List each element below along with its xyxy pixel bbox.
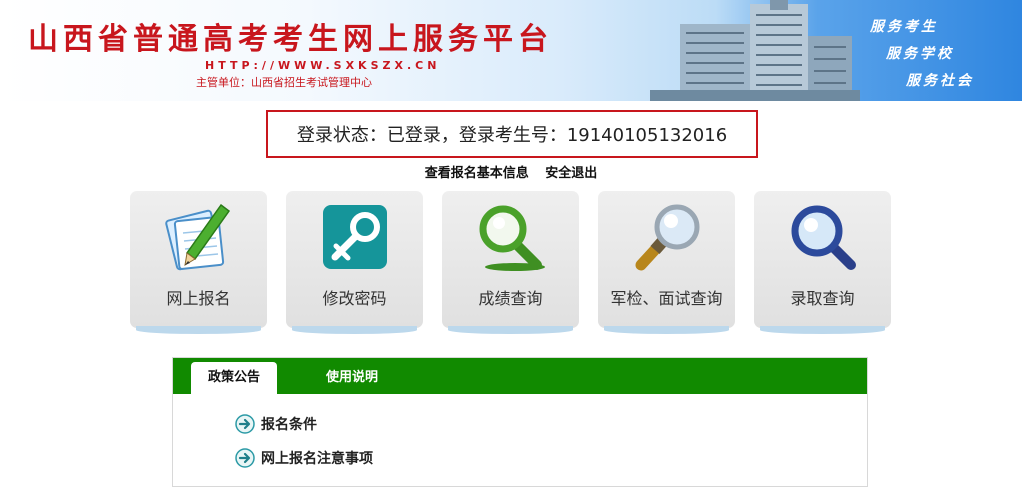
login-status-text: 登录状态：已登录，登录考生号：19140105132016: [296, 125, 728, 146]
key-icon: [323, 205, 387, 269]
tile-shadow: [448, 326, 573, 334]
tile-change-password[interactable]: 修改密码: [286, 191, 423, 336]
tile-shadow: [292, 326, 417, 334]
slogan-list: 服务考生 服务学校 服务社会: [852, 14, 982, 95]
logout-link[interactable]: 安全退出: [545, 166, 597, 181]
tile-label: 录取查询: [790, 289, 855, 308]
tab-usage-instructions[interactable]: 使用说明: [309, 362, 395, 394]
header-banner: 山西省普通高考考生网上服务平台 HTTP://WWW.SXKSZX.CN 主管单…: [0, 0, 1022, 101]
view-registration-info-link[interactable]: 查看报名基本信息: [425, 166, 529, 181]
notice-panel: 政策公告 使用说明 报名条件 网上报名注意事项: [172, 357, 868, 487]
notice-item-label: 网上报名注意事项: [261, 451, 373, 467]
building-image: [650, 0, 860, 101]
tile-label: 网上报名: [166, 289, 231, 308]
account-links: 查看报名基本信息 安全退出: [0, 162, 1022, 181]
tile-shadow: [760, 326, 885, 334]
tile-score-inquiry[interactable]: 成绩查询: [442, 191, 579, 336]
tab-policy-announcement[interactable]: 政策公告: [191, 362, 277, 394]
arrow-right-circle-icon: [235, 448, 255, 468]
tile-label: 修改密码: [322, 289, 387, 308]
tile-military-interview-inquiry[interactable]: 军检、面试查询: [598, 191, 735, 336]
gold-magnifier-icon: [635, 204, 700, 271]
notice-item-label: 报名条件: [261, 417, 317, 433]
tile-online-registration[interactable]: 网上报名: [130, 191, 267, 336]
site-organizer: 主管单位：山西省招生考试管理中心: [196, 76, 372, 89]
login-status: 登录状态：已登录，登录考生号：19140105132016: [266, 110, 758, 158]
notebook-pen-icon: [165, 203, 231, 271]
slogan-schools: 服务学校: [886, 46, 954, 62]
notice-item-registration-conditions[interactable]: 报名条件: [235, 412, 317, 436]
tile-label: 成绩查询: [478, 289, 543, 308]
green-magnifier-icon: [479, 205, 545, 271]
slogan-students: 服务考生: [870, 19, 938, 35]
tile-shadow: [604, 326, 729, 334]
tile-label: 军检、面试查询: [610, 289, 723, 308]
tile-shadow: [136, 326, 261, 334]
site-url: HTTP://WWW.SXKSZX.CN: [205, 59, 441, 72]
notice-item-registration-notes[interactable]: 网上报名注意事项: [235, 446, 373, 470]
blue-magnifier-icon: [791, 205, 856, 270]
arrow-right-circle-icon: [235, 414, 255, 434]
tile-admission-inquiry[interactable]: 录取查询: [754, 191, 891, 336]
site-title: 山西省普通高考考生网上服务平台: [28, 22, 553, 57]
function-tiles: 网上报名 修改密码 成绩查询 军检、面试查询 录取查询: [130, 191, 892, 336]
slogan-society: 服务社会: [906, 73, 974, 89]
notice-tab-bar: 政策公告 使用说明: [173, 358, 867, 394]
